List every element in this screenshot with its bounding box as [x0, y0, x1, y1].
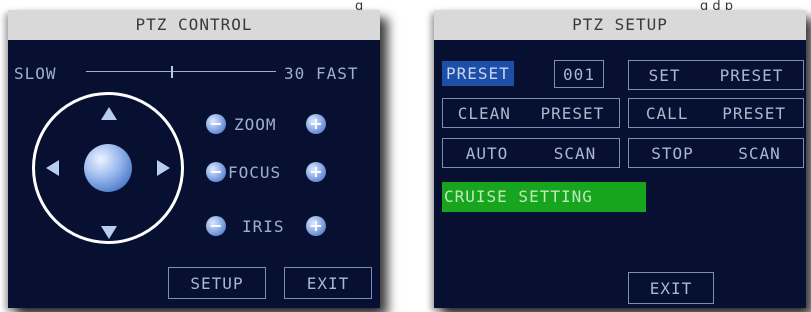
auto-scan-button[interactable]: AUTO SCAN: [442, 138, 620, 168]
set-preset-button[interactable]: SET PRESET: [628, 60, 804, 90]
pan-right-arrow[interactable]: [157, 160, 170, 176]
focus-label: FOCUS: [228, 163, 282, 182]
setup-button[interactable]: SETUP: [168, 267, 266, 299]
iris-plus-icon: +: [309, 216, 323, 235]
ptz-setup-panel: PTZ SETUP PRESET 001 SET PRESET CLEAN PR…: [434, 10, 806, 308]
setup-exit-label: EXIT: [649, 278, 693, 298]
call-preset-word-1: CALL: [645, 103, 689, 123]
preset-number-field[interactable]: 001: [554, 60, 604, 88]
zoom-in-button[interactable]: +: [306, 114, 326, 134]
pan-left-arrow[interactable]: [46, 160, 59, 176]
ptz-setup-title: PTZ SETUP: [434, 10, 806, 40]
exit-button[interactable]: EXIT: [284, 267, 372, 299]
ptz-control-panel: PTZ CONTROL SLOW 30 FAST − ZOOM + − FOCU…: [8, 10, 380, 308]
ptz-control-title: PTZ CONTROL: [8, 10, 380, 40]
call-preset-word-2: PRESET: [722, 103, 787, 123]
speed-slider-track: [86, 71, 276, 72]
iris-minus-icon: −: [209, 216, 223, 235]
stop-scan-word-2: SCAN: [738, 143, 781, 163]
clean-preset-button[interactable]: CLEAN PRESET: [442, 98, 620, 128]
speed-slider[interactable]: [86, 66, 276, 78]
zoom-out-button[interactable]: −: [206, 114, 226, 134]
center-ball-button[interactable]: [84, 144, 132, 192]
set-preset-word-1: SET: [648, 65, 681, 85]
speed-fast-label: FAST: [316, 64, 359, 83]
zoom-label: ZOOM: [234, 115, 277, 134]
preset-number: 001: [563, 64, 595, 84]
zoom-plus-icon: +: [309, 114, 323, 133]
speed-slider-thumb[interactable]: [170, 66, 173, 78]
set-preset-word-2: PRESET: [719, 65, 784, 85]
clean-preset-word-2: PRESET: [540, 103, 605, 123]
focus-near-button[interactable]: −: [206, 162, 226, 182]
iris-open-button[interactable]: +: [306, 216, 326, 236]
cruise-setting-button[interactable]: CRUISE SETTING: [442, 182, 646, 212]
setup-button-label: SETUP: [190, 273, 244, 293]
zoom-minus-icon: −: [209, 114, 223, 133]
focus-plus-icon: +: [309, 162, 323, 181]
iris-close-button[interactable]: −: [206, 216, 226, 236]
pan-up-arrow[interactable]: [101, 107, 117, 120]
pan-down-arrow[interactable]: [101, 226, 117, 239]
auto-scan-word-1: AUTO: [465, 143, 509, 163]
clean-preset-word-1: CLEAN: [457, 103, 511, 123]
setup-exit-button[interactable]: EXIT: [628, 272, 714, 304]
exit-button-label: EXIT: [306, 273, 350, 293]
focus-far-button[interactable]: +: [306, 162, 326, 182]
preset-select[interactable]: PRESET: [442, 58, 552, 88]
auto-scan-word-2: SCAN: [553, 143, 597, 163]
focus-minus-icon: −: [209, 162, 223, 181]
cruise-setting-label: CRUISE SETTING: [444, 187, 593, 206]
call-preset-button[interactable]: CALL PRESET: [628, 98, 804, 128]
speed-slow-label: SLOW: [14, 64, 57, 83]
stop-scan-button[interactable]: STOP SCAN: [628, 138, 804, 168]
iris-label: IRIS: [242, 217, 285, 236]
speed-value: 30: [284, 64, 306, 83]
stop-scan-word-1: STOP: [651, 143, 694, 163]
preset-label: PRESET: [442, 60, 514, 86]
